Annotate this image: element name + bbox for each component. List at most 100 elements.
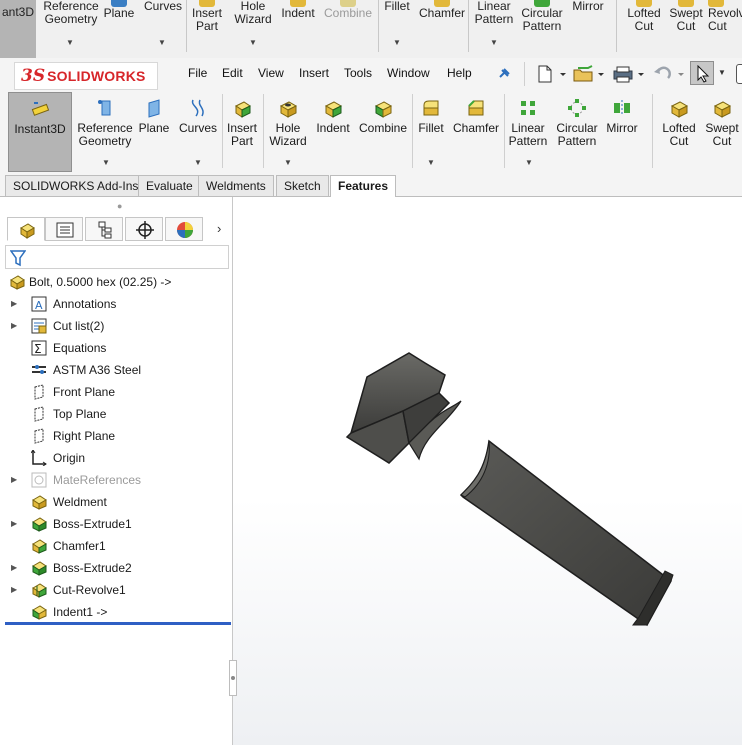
bg-instant3d[interactable]: ant3D: [0, 0, 36, 58]
bg-fillet[interactable]: Fillet: [380, 0, 414, 13]
graphics-area[interactable]: [233, 197, 742, 745]
bg-label: Swept Cut: [669, 6, 703, 33]
tree-item-origin[interactable]: Origin: [5, 447, 229, 469]
chevron-down-icon[interactable]: ▼: [249, 38, 257, 47]
tree-item-equations[interactable]: Σ Equations: [5, 337, 229, 359]
dimxpert-tab[interactable]: [125, 217, 163, 241]
tree-item-top-plane[interactable]: Top Plane: [5, 403, 229, 425]
chevron-down-icon[interactable]: ▼: [490, 38, 498, 47]
indent-button[interactable]: Indent: [313, 92, 353, 135]
bg-revolve-cut[interactable]: Revolv Cut: [708, 0, 742, 33]
bg-chamfer[interactable]: Chamfer: [418, 0, 466, 20]
bg-circular-pattern[interactable]: Circular Pattern: [518, 0, 566, 33]
chamfer-button[interactable]: Chamfer: [452, 92, 500, 135]
reference-geometry-button[interactable]: Reference Geometry: [76, 92, 134, 148]
undo-icon[interactable]: [652, 64, 688, 84]
chevron-down-icon[interactable]: ▼: [66, 38, 74, 47]
expand-arrow-icon[interactable]: ▶: [11, 293, 17, 315]
chevron-down-icon[interactable]: ▼: [284, 158, 292, 167]
menu-insert[interactable]: Insert: [299, 66, 329, 80]
rollback-bar[interactable]: [5, 622, 231, 625]
tree-filter-bar[interactable]: [5, 245, 229, 269]
tab-evaluate[interactable]: Evaluate: [138, 175, 201, 196]
tab-sketch[interactable]: Sketch: [276, 175, 329, 196]
plane-button[interactable]: Plane: [136, 92, 172, 135]
print-icon[interactable]: [612, 64, 648, 84]
chevron-down-icon[interactable]: ▼: [525, 158, 533, 167]
property-manager-tab[interactable]: [45, 217, 83, 241]
tab-weldments[interactable]: Weldments: [198, 175, 274, 196]
menu-window[interactable]: Window: [387, 66, 430, 80]
mirror-button[interactable]: Mirror: [604, 92, 640, 135]
tree-item-cut-revolve1[interactable]: ▶ Cut-Revolve1: [5, 579, 229, 601]
linear-pattern-button[interactable]: Linear Pattern: [506, 92, 550, 148]
tree-item-boss-extrude2[interactable]: ▶ Boss-Extrude2: [5, 557, 229, 579]
pin-icon[interactable]: [496, 64, 512, 84]
fillet-button[interactable]: Fillet: [414, 92, 448, 135]
tree-item-front-plane[interactable]: Front Plane: [5, 381, 229, 403]
tree-item-matereferences[interactable]: ▶ MateReferences: [5, 469, 229, 491]
tree-item-indent1[interactable]: Indent1 ->: [5, 601, 229, 623]
expand-arrow-icon[interactable]: ▶: [11, 469, 17, 491]
filter-icon[interactable]: [10, 249, 26, 267]
bolt-head[interactable]: [345, 352, 462, 464]
swept-cut-button[interactable]: Swept Cut: [704, 92, 740, 148]
menu-tools[interactable]: Tools: [344, 66, 372, 80]
display-manager-tab[interactable]: [165, 217, 203, 241]
tree-item-astm-a36-steel[interactable]: ASTM A36 Steel: [5, 359, 229, 381]
bolt-model[interactable]: [233, 197, 742, 745]
chevron-down-icon[interactable]: ▼: [393, 38, 401, 47]
tree-item-label: Right Plane: [53, 429, 116, 443]
chevron-down-icon[interactable]: ▼: [102, 158, 110, 167]
chevron-right-icon[interactable]: ›: [217, 221, 221, 236]
tree-item-boss-extrude1[interactable]: ▶ Boss-Extrude1: [5, 513, 229, 535]
lofted-cut-button[interactable]: Lofted Cut: [660, 92, 698, 148]
bg-hole-wizard[interactable]: Hole Wizard: [230, 0, 276, 26]
select-button[interactable]: [690, 61, 714, 85]
open-folder-icon[interactable]: [572, 64, 608, 84]
circular-pattern-button[interactable]: Circular Pattern: [552, 92, 602, 148]
chevron-down-icon[interactable]: ▼: [427, 158, 435, 167]
bg-reference-geometry[interactable]: Reference Geometry: [40, 0, 102, 26]
menu-view[interactable]: View: [258, 66, 284, 80]
tab-solidworks-add-ins[interactable]: SOLIDWORKS Add-Ins: [5, 175, 147, 196]
panel-collapse-handle[interactable]: [229, 660, 237, 696]
bg-curves[interactable]: Curves: [144, 0, 182, 13]
combine-button[interactable]: Combine: [357, 92, 409, 135]
chevron-down-icon[interactable]: ▼: [718, 68, 726, 77]
bg-indent[interactable]: Indent: [278, 0, 318, 20]
tree-item-weldment[interactable]: Weldment: [5, 491, 229, 513]
menu-edit[interactable]: Edit: [222, 66, 243, 80]
tree-item-cut-list-2[interactable]: ▶ Cut list(2): [5, 315, 229, 337]
chevron-down-icon[interactable]: ▼: [158, 38, 166, 47]
bg-linear-pattern[interactable]: Linear Pattern: [472, 0, 516, 26]
tree-item-chamfer1[interactable]: Chamfer1: [5, 535, 229, 557]
hole-wizard-button[interactable]: Hole Wizard: [265, 92, 311, 148]
menu-help[interactable]: Help: [447, 66, 472, 80]
tree-item-annotations[interactable]: ▶ A Annotations: [5, 293, 229, 315]
new-document-icon[interactable]: [536, 64, 570, 84]
feature-manager-tab[interactable]: [7, 217, 45, 241]
expand-arrow-icon[interactable]: ▶: [11, 557, 17, 579]
bolt-shaft[interactable]: [459, 439, 674, 627]
panel-grip-handle[interactable]: ●: [117, 201, 122, 211]
menu-file[interactable]: File: [188, 66, 207, 80]
tree-root-part[interactable]: Bolt, 0.5000 hex (02.25) ->: [5, 271, 229, 293]
curves-button[interactable]: Curves: [178, 92, 218, 135]
bg-mirror[interactable]: Mirror: [568, 0, 608, 13]
bg-lofted-cut[interactable]: Lofted Cut: [624, 0, 664, 33]
expand-arrow-icon[interactable]: ▶: [11, 315, 17, 337]
insert-part-button[interactable]: Insert Part: [224, 92, 260, 148]
solidworks-logo[interactable]: 3S SOLIDWORKS: [14, 62, 158, 90]
configuration-manager-tab[interactable]: [85, 217, 123, 241]
expand-arrow-icon[interactable]: ▶: [11, 579, 17, 601]
expand-arrow-icon[interactable]: ▶: [11, 513, 17, 535]
bg-plane[interactable]: Plane: [102, 0, 136, 20]
options-icon[interactable]: [736, 64, 742, 84]
tree-item-right-plane[interactable]: Right Plane: [5, 425, 229, 447]
chevron-down-icon[interactable]: ▼: [194, 158, 202, 167]
bg-insert-part[interactable]: Insert Part: [188, 0, 226, 33]
bg-swept-cut[interactable]: Swept Cut: [666, 0, 706, 33]
tab-features[interactable]: Features: [330, 175, 397, 197]
instant3d-button[interactable]: Instant3D: [8, 92, 72, 172]
